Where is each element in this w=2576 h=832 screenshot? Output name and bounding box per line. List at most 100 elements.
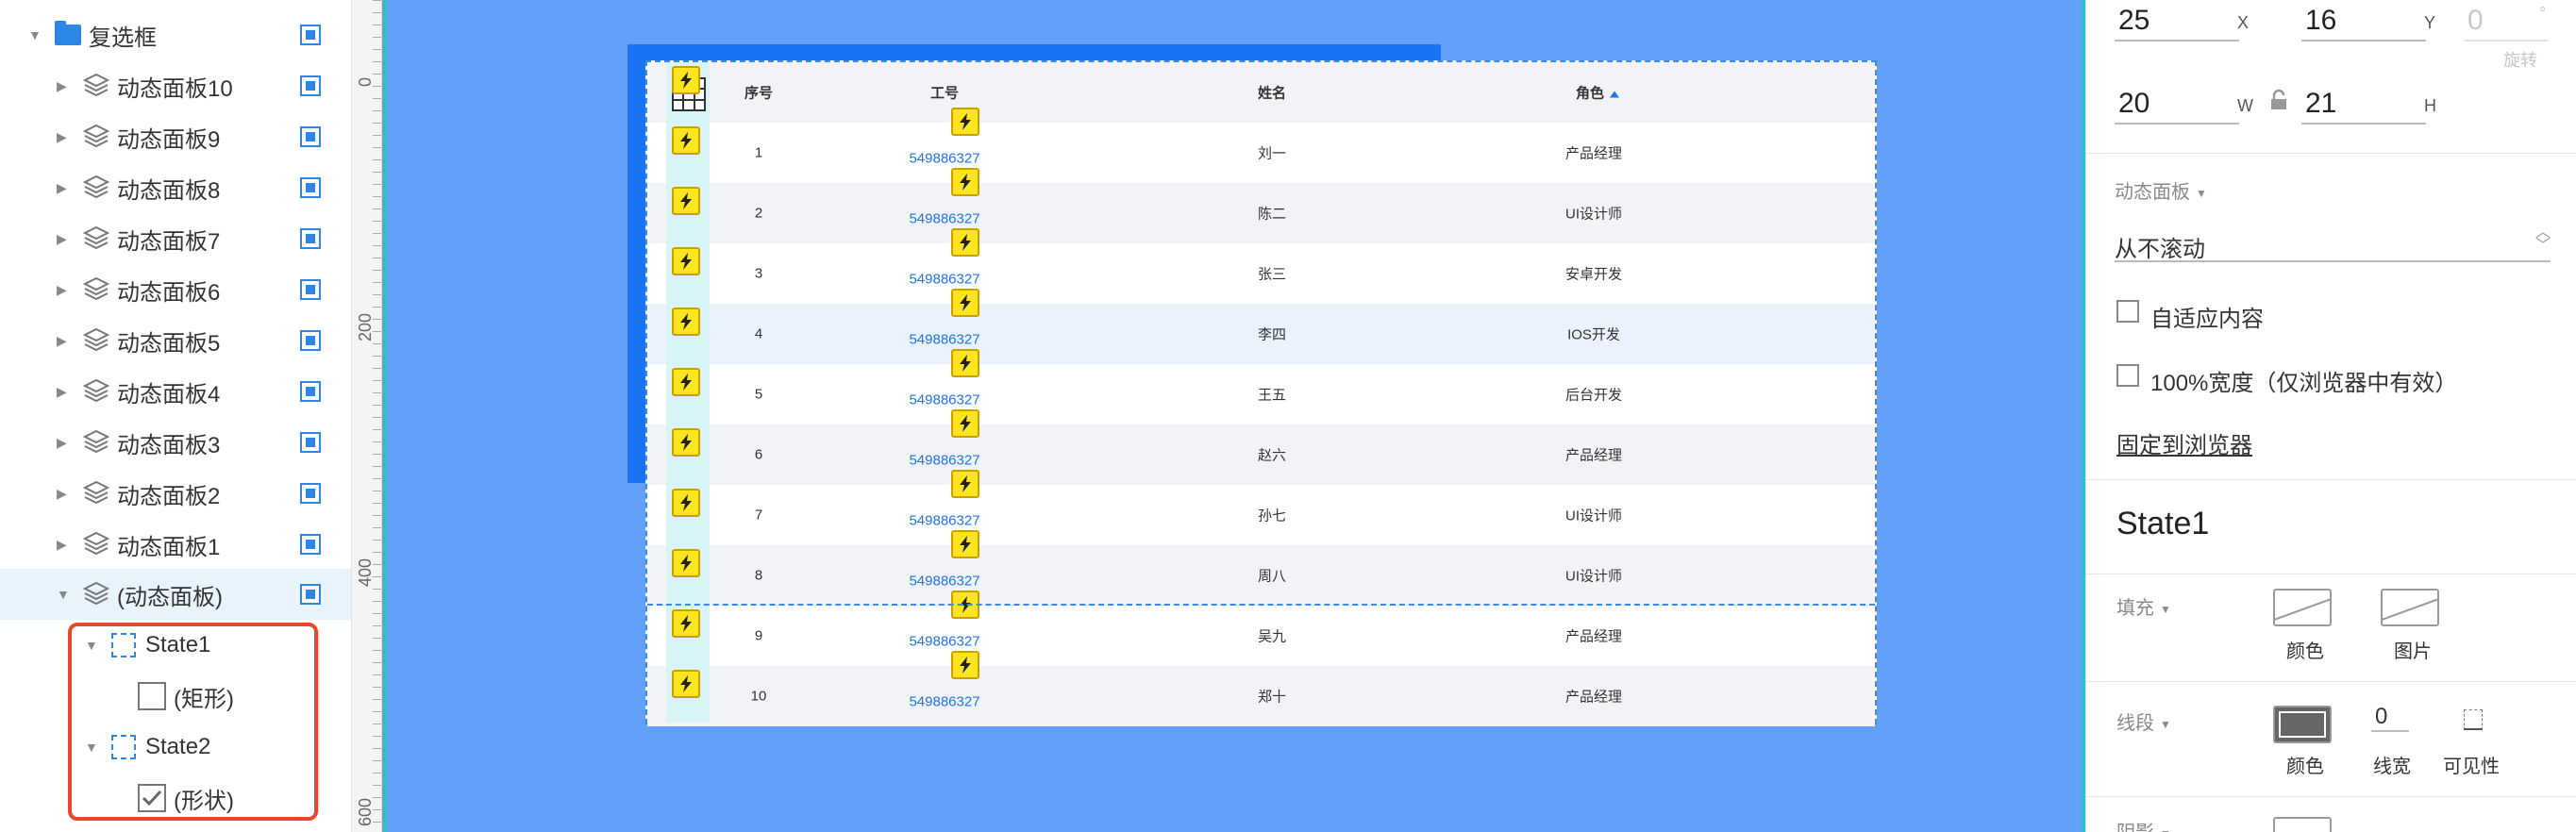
table-row[interactable]: 4 549886327 李四 IOS开发	[647, 304, 1875, 364]
layer-panel-item[interactable]: ▶ 动态面板2	[0, 468, 351, 519]
layer-panel-item[interactable]: ▶ 动态面板4	[0, 366, 351, 417]
layer-panel-item[interactable]: ▶ 动态面板8	[0, 162, 351, 213]
table-row[interactable]: 3 549886327 张三 安卓开发	[647, 243, 1875, 304]
header-name[interactable]: 姓名	[1258, 83, 1286, 103]
fit-content-checkbox[interactable]	[2116, 300, 2139, 323]
panel-section-title[interactable]: 动态面板 ▼	[2115, 176, 2207, 204]
fill-section-title[interactable]: 填充 ▼	[2116, 592, 2171, 620]
visibility-toggle[interactable]	[300, 25, 321, 45]
interaction-bolt-icon[interactable]	[672, 308, 700, 336]
header-role[interactable]: 角色	[1576, 83, 1620, 103]
interaction-bolt-icon[interactable]	[672, 66, 700, 94]
table-row[interactable]: 6 549886327 赵六 产品经理	[647, 424, 1875, 485]
header-index[interactable]: 序号	[744, 83, 773, 103]
layer-panel-item[interactable]: ▶ 动态面板9	[0, 111, 351, 162]
interaction-bolt-icon[interactable]	[672, 187, 700, 215]
interaction-bolt-icon[interactable]	[951, 228, 979, 257]
interaction-bolt-icon[interactable]	[951, 530, 979, 558]
caret-right-icon[interactable]: ▶	[57, 180, 67, 196]
interaction-bolt-icon[interactable]	[672, 126, 700, 155]
fill-color-swatch[interactable]	[2273, 589, 2332, 626]
caret-right-icon[interactable]: ▶	[57, 435, 67, 451]
visibility-icon[interactable]	[2464, 709, 2483, 730]
visibility-toggle[interactable]	[300, 279, 321, 300]
visibility-toggle[interactable]	[300, 534, 321, 555]
caret-right-icon[interactable]: ▶	[57, 282, 67, 298]
caret-down-icon[interactable]: ▼	[28, 27, 42, 42]
interaction-bolt-icon[interactable]	[672, 489, 700, 517]
caret-right-icon[interactable]: ▶	[57, 486, 67, 502]
border-section-title[interactable]: 线段 ▼	[2116, 707, 2171, 735]
caret-right-icon[interactable]: ▶	[57, 78, 67, 94]
cell-id-link[interactable]: 549886327	[909, 211, 979, 227]
interaction-bolt-icon[interactable]	[672, 428, 700, 457]
cell-id-link[interactable]: 549886327	[909, 694, 979, 710]
layer-panel-item[interactable]: ▶ 动态面板5	[0, 315, 351, 366]
shadow-swatch[interactable]	[2273, 817, 2332, 832]
x-input[interactable]: 25	[2115, 0, 2239, 42]
cell-id-link[interactable]: 549886327	[909, 574, 979, 590]
visibility-toggle[interactable]	[300, 330, 321, 351]
scroll-select[interactable]: 从不滚动 ︿ ﹀	[2115, 225, 2551, 262]
layer-panel-item[interactable]: ▶ 动态面板1	[0, 519, 351, 570]
visibility-toggle[interactable]	[300, 483, 321, 504]
sort-ascending-icon[interactable]	[1610, 91, 1620, 98]
table-row[interactable]: 2 549886327 陈二 UI设计师	[647, 183, 1875, 243]
caret-right-icon[interactable]: ▶	[57, 384, 67, 400]
data-table[interactable]: 序号 工号 姓名 角色 1 549886327 刘一 产品经理 2 549886327 陈二 UI设计…	[645, 60, 1877, 726]
layer-root[interactable]: ▼ 复选框	[0, 9, 351, 60]
layer-panel-item[interactable]: ▶ 动态面板6	[0, 264, 351, 315]
interaction-bolt-icon[interactable]	[672, 368, 700, 396]
height-input[interactable]: 21	[2301, 83, 2426, 125]
interaction-bolt-icon[interactable]	[951, 168, 979, 196]
layer-panel-item[interactable]: ▶ 动态面板10	[0, 60, 351, 111]
interaction-bolt-icon[interactable]	[951, 470, 979, 498]
width-input[interactable]: 20	[2115, 83, 2239, 125]
visibility-toggle[interactable]	[300, 432, 321, 453]
header-id[interactable]: 工号	[930, 83, 959, 103]
fit-content-label[interactable]: 自适应内容	[2150, 300, 2264, 333]
layer-panel-item[interactable]: ▶ 动态面板3	[0, 417, 351, 468]
design-canvas[interactable]: 序号 工号 姓名 角色 1 549886327 刘一 产品经理 2 549886327 陈二 UI设计…	[382, 0, 2085, 832]
visibility-toggle[interactable]	[300, 381, 321, 402]
caret-right-icon[interactable]: ▶	[57, 537, 67, 553]
shadow-section-title[interactable]: 阴影 ▼	[2116, 817, 2171, 832]
interaction-bolt-icon[interactable]	[672, 670, 700, 698]
visibility-toggle[interactable]	[300, 177, 321, 198]
cell-id-link[interactable]: 549886327	[909, 332, 979, 348]
state-name[interactable]: State1	[2116, 506, 2209, 542]
fill-image-swatch[interactable]	[2381, 589, 2439, 626]
border-color-swatch[interactable]	[2273, 706, 2332, 743]
layer-panel-item[interactable]: ▶ 动态面板7	[0, 213, 351, 264]
visibility-toggle[interactable]	[300, 75, 321, 96]
table-row[interactable]: 1 549886327 刘一 产品经理	[647, 123, 1875, 183]
cell-id-link[interactable]: 549886327	[909, 392, 979, 408]
cell-id-link[interactable]: 549886327	[909, 513, 979, 529]
lock-icon[interactable]	[2269, 89, 2288, 116]
interaction-bolt-icon[interactable]	[951, 108, 979, 136]
table-row[interactable]: 10 549886327 郑十 产品经理	[647, 666, 1875, 726]
interaction-bolt-icon[interactable]	[951, 289, 979, 317]
border-width-input[interactable]: 0	[2371, 704, 2409, 732]
full-width-label[interactable]: 100%宽度（仅浏览器中有效）	[2150, 364, 2457, 397]
visibility-toggle[interactable]	[300, 584, 321, 605]
cell-id-link[interactable]: 549886327	[909, 453, 979, 469]
interaction-bolt-icon[interactable]	[951, 651, 979, 679]
cell-id-link[interactable]: 549886327	[909, 272, 979, 288]
layer-selected-panel[interactable]: ▼ (动态面板)	[0, 569, 351, 620]
full-width-checkbox[interactable]	[2116, 364, 2139, 387]
interaction-bolt-icon[interactable]	[951, 349, 979, 377]
table-row[interactable]: 8 549886327 周八 UI设计师	[647, 545, 1875, 606]
visibility-toggle[interactable]	[300, 126, 321, 147]
table-row[interactable]: 9 549886327 吴九 产品经理	[647, 606, 1875, 666]
caret-right-icon[interactable]: ▶	[57, 231, 67, 247]
pin-to-browser-link[interactable]: 固定到浏览器	[2116, 426, 2252, 459]
interaction-bolt-icon[interactable]	[672, 609, 700, 638]
table-row[interactable]: 7 549886327 孙七 UI设计师	[647, 485, 1875, 545]
interaction-bolt-icon[interactable]	[951, 409, 979, 438]
caret-down-icon[interactable]: ▼	[57, 587, 70, 602]
caret-right-icon[interactable]: ▶	[57, 333, 67, 349]
caret-right-icon[interactable]: ▶	[57, 129, 67, 145]
cell-id-link[interactable]: 549886327	[909, 151, 979, 167]
cell-id-link[interactable]: 549886327	[909, 634, 979, 650]
